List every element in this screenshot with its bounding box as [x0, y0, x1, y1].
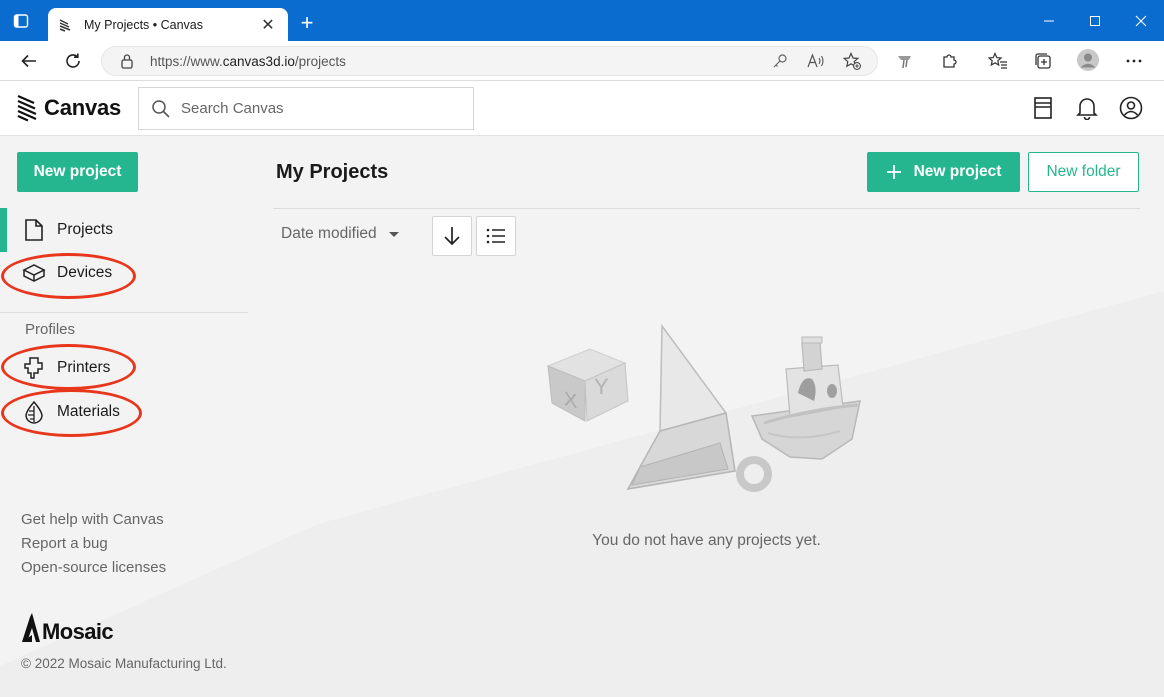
- add-favorite-icon[interactable]: [841, 50, 863, 72]
- url-prefix: https://www.: [150, 53, 223, 69]
- app-header: Canvas: [0, 81, 1164, 136]
- url-host: canvas3d.io: [222, 53, 295, 69]
- copyright-text: © 2022 Mosaic Manufacturing Ltd.: [21, 656, 227, 671]
- read-aloud-icon[interactable]: [805, 50, 827, 72]
- report-bug-link[interactable]: Report a bug: [21, 535, 108, 552]
- sidebar-divider: [0, 312, 248, 313]
- canvas-logo-icon: [17, 94, 37, 122]
- mosaic-text: Mosaic: [42, 619, 114, 644]
- favorites-icon[interactable]: [986, 49, 1010, 73]
- sort-direction-button[interactable]: [432, 216, 472, 256]
- profiles-section-label: Profiles: [25, 321, 76, 338]
- logo-text: Canvas: [44, 95, 122, 120]
- triangle-part-icon: [626, 323, 772, 492]
- list-view-button[interactable]: [476, 216, 516, 256]
- search-input[interactable]: [181, 100, 451, 117]
- sidebar-item-projects[interactable]: Projects: [0, 210, 248, 250]
- canvas-favicon-icon: [58, 17, 74, 33]
- notifications-bell-icon[interactable]: [1074, 95, 1100, 121]
- profile-avatar-icon[interactable]: [1076, 48, 1100, 72]
- browser-toolbar: https://www.canvas3d.io/projects: [0, 41, 1164, 81]
- svg-text:X: X: [564, 388, 578, 413]
- mosaic-logo-icon: [22, 613, 40, 642]
- sort-label: Date modified: [281, 225, 377, 242]
- tab-actions-icon[interactable]: [12, 12, 30, 30]
- list-view-icon: [486, 228, 505, 244]
- main-divider: [273, 208, 1140, 209]
- close-window-icon[interactable]: [1118, 8, 1164, 34]
- benchy-boat-icon: [750, 336, 861, 460]
- page-title: My Projects: [276, 161, 389, 183]
- extension-brush-icon[interactable]: [894, 49, 918, 73]
- tab-close-icon[interactable]: ✕: [258, 15, 278, 35]
- plus-icon: [886, 164, 902, 180]
- lock-icon[interactable]: [120, 53, 136, 69]
- minimize-icon[interactable]: [1026, 8, 1072, 34]
- refresh-icon[interactable]: [60, 49, 86, 73]
- empty-projects-illustration: X Y: [546, 323, 861, 492]
- extensions-puzzle-icon[interactable]: [938, 49, 962, 73]
- red-annotation-circle: [1, 253, 136, 299]
- collections-icon[interactable]: [1031, 49, 1055, 73]
- licenses-link[interactable]: Open-source licenses: [21, 559, 166, 576]
- maximize-icon[interactable]: [1072, 8, 1118, 34]
- calibration-cube-icon: X Y: [546, 348, 629, 422]
- browser-tab[interactable]: My Projects • Canvas ✕: [48, 8, 288, 41]
- canvas-logo[interactable]: Canvas: [16, 93, 121, 123]
- red-annotation-circle: [1, 389, 142, 437]
- document-icon: [22, 218, 46, 242]
- sidebar-new-project-button[interactable]: New project: [17, 152, 138, 192]
- new-project-button[interactable]: New project: [867, 152, 1020, 192]
- caret-down-icon: [388, 231, 399, 237]
- back-icon[interactable]: [16, 49, 42, 73]
- address-bar[interactable]: https://www.canvas3d.io/projects: [101, 46, 878, 76]
- empty-state-message: You do not have any projects yet.: [592, 532, 821, 549]
- red-annotation-circle: [1, 344, 136, 390]
- svg-text:Y: Y: [594, 374, 609, 399]
- sidebar-item-label: Projects: [57, 221, 113, 238]
- sort-select[interactable]: Date modified: [281, 225, 399, 243]
- mosaic-logo: Mosaic: [20, 611, 114, 645]
- arrow-down-icon: [444, 227, 460, 246]
- more-options-icon[interactable]: [1122, 49, 1146, 73]
- canvas-app: Canvas New project Projects Devices: [0, 81, 1164, 697]
- help-link[interactable]: Get help with Canvas: [21, 511, 164, 528]
- account-icon[interactable]: [1118, 95, 1144, 121]
- search-box[interactable]: [138, 87, 474, 130]
- browser-titlebar: My Projects • Canvas ✕ +: [0, 0, 1164, 41]
- new-tab-icon[interactable]: +: [296, 12, 318, 35]
- url-text[interactable]: https://www.canvas3d.io/projects: [150, 54, 769, 69]
- search-icon: [151, 99, 173, 119]
- new-folder-button[interactable]: New folder: [1028, 152, 1139, 192]
- library-icon[interactable]: [1030, 95, 1056, 121]
- new-project-label: New project: [913, 163, 1002, 180]
- key-icon[interactable]: [769, 50, 791, 72]
- url-path: /projects: [294, 53, 346, 69]
- tab-title: My Projects • Canvas: [84, 17, 203, 32]
